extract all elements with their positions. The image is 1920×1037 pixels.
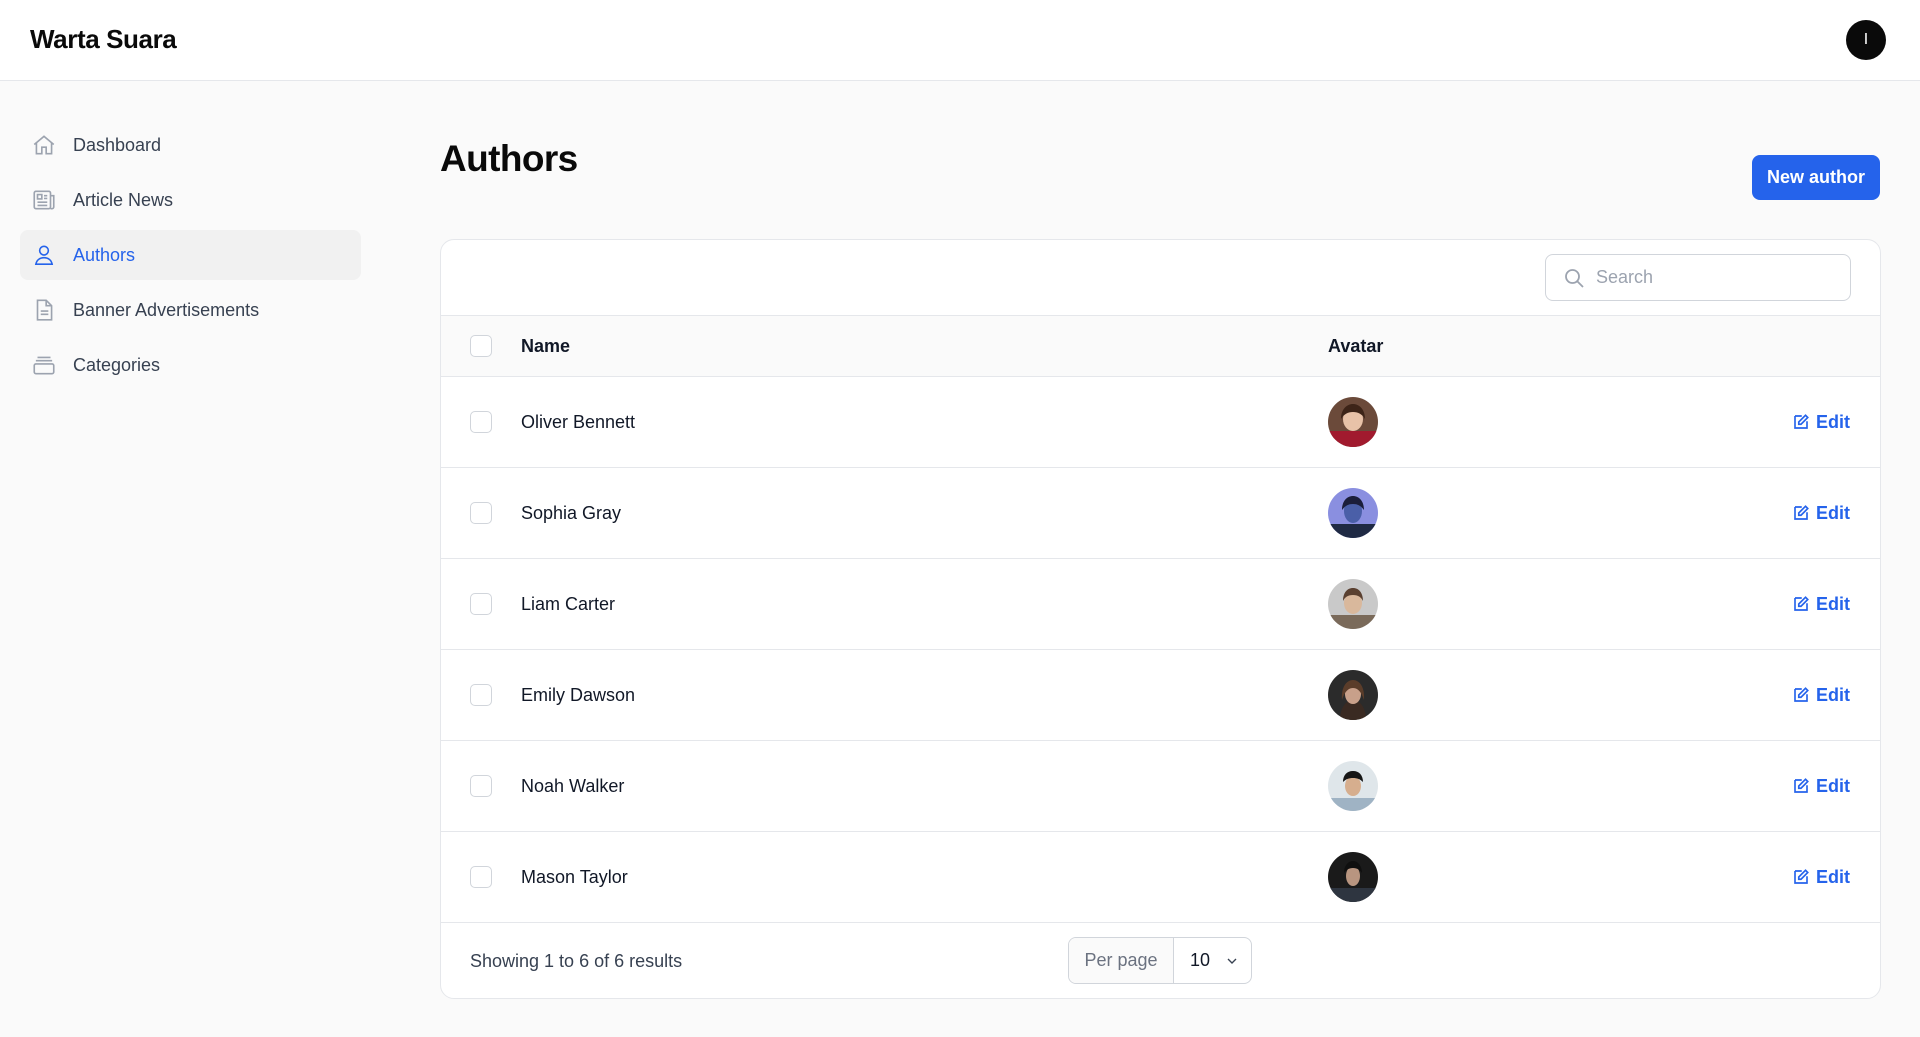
author-avatar [1328, 579, 1378, 629]
edit-label: Edit [1816, 866, 1850, 887]
edit-link[interactable]: Edit [1792, 412, 1850, 433]
edit-label: Edit [1816, 593, 1850, 614]
sidebar-item-authors[interactable]: Authors [20, 230, 361, 280]
author-avatar [1328, 670, 1378, 720]
table-footer: Showing 1 to 6 of 6 results Per page 10 [441, 923, 1880, 998]
author-name: Emily Dawson [521, 684, 636, 705]
author-name: Oliver Bennett [521, 411, 636, 432]
edit-label: Edit [1816, 502, 1850, 523]
per-page-value: 10 [1190, 950, 1211, 970]
sidebar-item-banner-advertisements[interactable]: Banner Advertisements [20, 285, 361, 335]
column-header-avatar: Avatar [1328, 335, 1384, 356]
row-checkbox[interactable] [470, 866, 492, 888]
per-page-label: Per page [1069, 938, 1174, 983]
edit-icon [1794, 778, 1809, 793]
archive-box-icon [31, 352, 57, 378]
sidebar-item-label: Dashboard [73, 134, 162, 155]
edit-link[interactable]: Edit [1792, 503, 1850, 524]
user-avatar[interactable]: I [1846, 20, 1886, 60]
sidebar-item-label: Authors [73, 244, 136, 265]
row-checkbox[interactable] [470, 593, 492, 615]
top-bar: Warta Suara I [0, 0, 1920, 81]
row-checkbox[interactable] [470, 502, 492, 524]
select-all-checkbox[interactable] [470, 335, 492, 357]
brand-logo[interactable]: Warta Suara [30, 24, 177, 55]
edit-label: Edit [1816, 775, 1850, 796]
edit-link[interactable]: Edit [1792, 867, 1850, 888]
table-header: Name Avatar [441, 316, 1880, 377]
table-row: Sophia Gray Edit [441, 468, 1880, 559]
sidebar-item-label: Article News [73, 189, 174, 210]
table-toolbar [441, 240, 1880, 316]
author-name: Liam Carter [521, 593, 616, 614]
page-title: Authors [440, 138, 578, 179]
per-page-control: Per page 10 [1068, 937, 1252, 984]
edit-label: Edit [1816, 684, 1850, 705]
edit-icon [1794, 505, 1809, 520]
table-row: Noah Walker Edit [441, 741, 1880, 832]
table-row: Mason Taylor Edit [441, 832, 1880, 923]
sidebar-item-categories[interactable]: Categories [20, 340, 361, 390]
search-input[interactable] [1596, 267, 1836, 288]
sidebar-item-label: Categories [73, 354, 161, 375]
per-page-select[interactable]: 10 [1174, 938, 1251, 983]
author-name: Noah Walker [521, 775, 625, 796]
author-name: Mason Taylor [521, 866, 628, 887]
user-icon [31, 242, 57, 268]
author-name: Sophia Gray [521, 502, 622, 523]
search-icon [1562, 266, 1586, 290]
edit-icon [1794, 414, 1809, 429]
document-icon [31, 297, 57, 323]
edit-link[interactable]: Edit [1792, 776, 1850, 797]
sidebar-item-article-news[interactable]: Article News [20, 175, 361, 225]
search-box[interactable] [1545, 254, 1851, 301]
results-summary: Showing 1 to 6 of 6 results [470, 951, 683, 971]
sidebar-item-label: Banner Advertisements [73, 299, 260, 320]
author-avatar [1328, 397, 1378, 447]
authors-table-card: Name Avatar Oliver Bennett Edit Sophia G… [440, 239, 1881, 999]
table-row: Liam Carter Edit [441, 559, 1880, 650]
author-avatar [1328, 852, 1378, 902]
newspaper-icon [31, 187, 57, 213]
edit-label: Edit [1816, 411, 1850, 432]
sidebar-item-dashboard[interactable]: Dashboard [20, 120, 361, 170]
edit-icon [1794, 596, 1809, 611]
column-header-name[interactable]: Name [521, 336, 1328, 357]
edit-link[interactable]: Edit [1792, 594, 1850, 615]
chevron-down-icon [1224, 953, 1240, 969]
edit-link[interactable]: Edit [1792, 685, 1850, 706]
new-author-button[interactable]: New author [1752, 155, 1880, 200]
table-row: Oliver Bennett Edit [441, 377, 1880, 468]
edit-icon [1794, 687, 1809, 702]
table-row: Emily Dawson Edit [441, 650, 1880, 741]
author-avatar [1328, 488, 1378, 538]
row-checkbox[interactable] [470, 684, 492, 706]
row-checkbox[interactable] [470, 411, 492, 433]
edit-icon [1794, 869, 1809, 884]
home-icon [31, 132, 57, 158]
row-checkbox[interactable] [470, 775, 492, 797]
sidebar: Dashboard Article News Authors Banner Ad… [20, 120, 361, 395]
author-avatar [1328, 761, 1378, 811]
